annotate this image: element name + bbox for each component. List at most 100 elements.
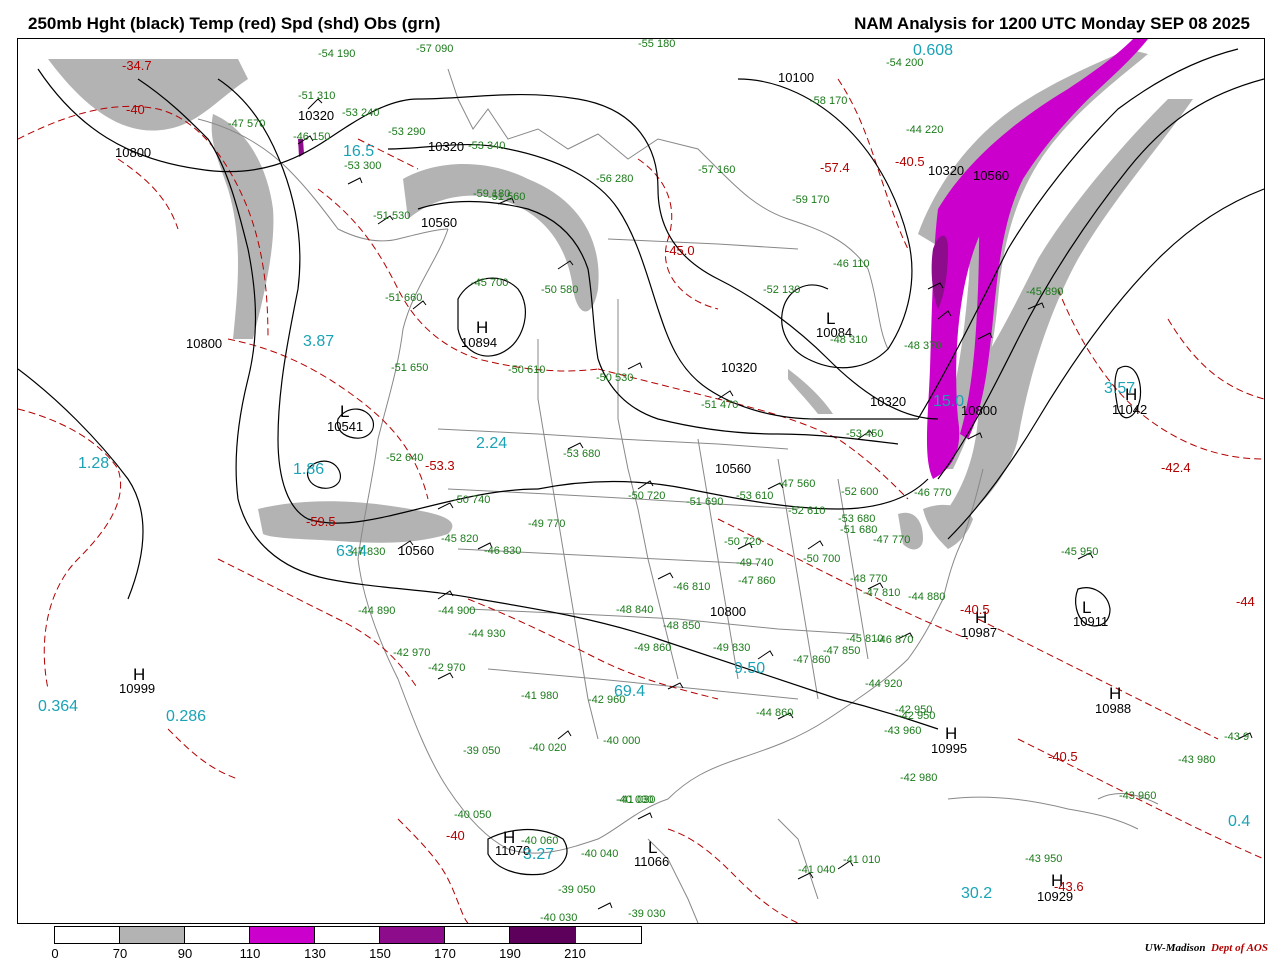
station-obs: -41 030 — [618, 794, 656, 806]
station-obs: -50 700 — [803, 553, 841, 565]
credit: UW-Madison Dept of AOS — [1145, 942, 1268, 954]
height-contour-label: 10100 — [778, 70, 815, 85]
temp-extrema: -40.5 — [1048, 749, 1078, 764]
center-value: 10987 — [961, 625, 998, 640]
station-obs: -42 960 — [588, 694, 626, 706]
station-obs: -39 030 — [628, 908, 666, 920]
legend-swatch — [250, 927, 315, 943]
center-value: 10999 — [119, 681, 156, 696]
center-marker: H — [1109, 684, 1122, 703]
map-panel[interactable]: 10800 10320 10560 10320 10560 10800 1032… — [17, 38, 1265, 924]
station-obs: -52 640 — [386, 452, 424, 464]
station-obs: -49 740 — [736, 557, 774, 569]
temp-extrema: -34.7 — [122, 58, 152, 73]
legend-tick: 170 — [434, 946, 456, 961]
station-obs: -53 340 — [468, 140, 506, 152]
station-obs: -40 060 — [521, 835, 559, 847]
station-obs: -49 830 — [713, 642, 751, 654]
station-obs: -49 770 — [528, 518, 566, 530]
station-obs: -44 860 — [756, 707, 794, 719]
chart-title: 250mb Hght (black) Temp (red) Spd (shd) … — [28, 14, 441, 33]
station-obs: -40 030 — [540, 912, 578, 924]
center-value: 10988 — [1095, 701, 1132, 716]
center-value: 10541 — [327, 419, 364, 434]
station-obs: -51 530 — [373, 210, 411, 222]
center-marker: H — [476, 318, 489, 337]
station-obs: -47 570 — [228, 118, 266, 130]
station-obs: -43 950 — [1025, 853, 1063, 865]
station-obs: -40 000 — [603, 735, 641, 747]
temp-extrema: -59.5 — [306, 514, 336, 529]
station-obs: -54 200 — [886, 57, 924, 69]
legend-tick: 70 — [112, 946, 128, 961]
temp-extrema: -43.6 — [1054, 879, 1084, 894]
station-obs: -55 180 — [638, 38, 676, 50]
wind-extrema: 3.57 — [1104, 380, 1136, 397]
height-contour-label: 10800 — [115, 145, 152, 160]
height-contour-label: 10560 — [421, 215, 458, 230]
station-obs: -45 700 — [471, 277, 509, 289]
temp-extrema: -40.5 — [895, 154, 925, 169]
temp-extrema: -40 — [446, 828, 465, 843]
temp-extrema: -53.3 — [425, 458, 455, 473]
height-contour-label: 10560 — [715, 461, 752, 476]
station-obs: -42 980 — [900, 772, 938, 784]
station-obs: -41 040 — [798, 864, 836, 876]
height-contour-label: 10800 — [961, 403, 998, 418]
station-obs: -44 890 — [358, 605, 396, 617]
station-obs: -44 900 — [438, 605, 476, 617]
station-obs: -51 680 — [840, 524, 878, 536]
legend-swatch — [315, 927, 380, 943]
station-obs: -39 050 — [463, 745, 501, 757]
station-obs: -48 370 — [904, 340, 942, 352]
station-obs: -57 090 — [416, 43, 454, 55]
station-obs: -57 160 — [698, 164, 736, 176]
station-obs: -45 810 — [846, 633, 884, 645]
height-contour-label: 10800 — [186, 336, 223, 351]
wind-extrema: 30.2 — [961, 885, 993, 902]
station-obs: -44 220 — [906, 124, 944, 136]
station-obs: -40 020 — [529, 742, 567, 754]
station-obs: -43 960 — [884, 725, 922, 737]
legend-swatch — [120, 927, 185, 943]
station-obs: -48 840 — [616, 604, 654, 616]
center-value: 11042 — [1112, 402, 1148, 417]
legend-tick: 130 — [304, 946, 326, 961]
temp-extrema: -45.0 — [665, 243, 695, 258]
station-obs: -52 600 — [841, 486, 879, 498]
wind-extrema: 1.86 — [293, 461, 325, 478]
center-value: 10911 — [1073, 614, 1109, 629]
temp-extrema: -40.5 — [960, 602, 990, 617]
station-obs: -51 470 — [701, 399, 739, 411]
station-obs: -42 970 — [393, 647, 431, 659]
credit-org: UW-Madison — [1144, 942, 1206, 954]
station-obs: -43 960 — [1119, 790, 1157, 802]
station-obs: -58 170 — [810, 95, 848, 107]
center-marker: H — [945, 724, 958, 743]
map-canvas — [18, 39, 1264, 923]
station-obs: -47 770 — [873, 534, 911, 546]
station-obs: -44 920 — [865, 678, 903, 690]
height-contour-label: 10320 — [928, 163, 965, 178]
wind-speed-legend — [54, 926, 642, 944]
station-obs: -46 150 — [293, 131, 331, 143]
height-contour-label: 10320 — [870, 394, 907, 409]
station-obs: -53 680 — [838, 513, 876, 525]
station-obs: -51 560 — [488, 191, 526, 203]
height-contour-label: 10560 — [398, 543, 435, 558]
temp-extrema: -44 — [1236, 594, 1255, 609]
station-obs: -50 720 — [628, 490, 666, 502]
legend-tick: 210 — [564, 946, 586, 961]
station-obs: -50 740 — [453, 494, 491, 506]
wind-extrema: 16.5 — [343, 143, 375, 160]
station-obs: -42 950 — [898, 710, 936, 722]
station-obs: -59 170 — [792, 194, 830, 206]
legend-tick: 0 — [51, 946, 59, 961]
station-obs: -53 300 — [344, 160, 382, 172]
station-obs: -44 880 — [908, 591, 946, 603]
temp-extrema: -40 — [126, 102, 145, 117]
center-value: 10894 — [461, 335, 498, 350]
station-obs: -53 290 — [388, 126, 426, 138]
height-contour-label: 10800 — [710, 604, 747, 619]
station-obs: -50 580 — [541, 284, 579, 296]
